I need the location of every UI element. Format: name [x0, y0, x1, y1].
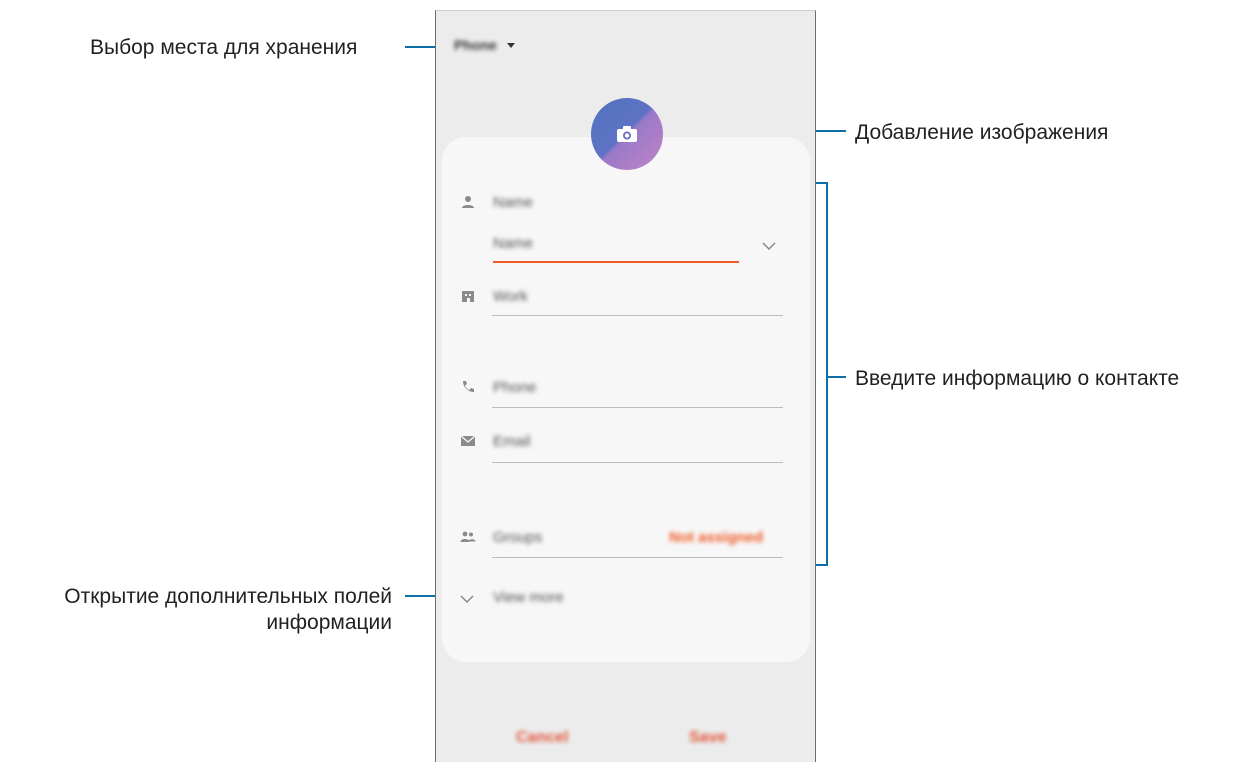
- name-input-underline: [493, 261, 739, 263]
- phone-screen: Phone Name Name Work Phone Email Groups …: [435, 10, 816, 762]
- phone-underline: [492, 407, 783, 408]
- groups-label: Groups: [493, 529, 543, 546]
- callout-more-fields-line2: информации: [266, 611, 392, 634]
- cancel-button[interactable]: Cancel: [516, 729, 568, 747]
- camera-icon: [617, 126, 637, 142]
- callout-more-fields-line1: Открытие дополнительных полей: [64, 585, 392, 608]
- groups-icon: [460, 531, 476, 542]
- building-icon: [462, 291, 474, 302]
- save-button[interactable]: Save: [689, 729, 726, 747]
- work-underline: [492, 315, 783, 316]
- phone-field[interactable]: Phone: [493, 379, 536, 396]
- caret-down-icon: [506, 42, 515, 48]
- name-input[interactable]: Name: [493, 235, 533, 252]
- view-more-button[interactable]: View more: [493, 589, 564, 606]
- work-field[interactable]: Work: [493, 288, 528, 305]
- chevron-down-icon[interactable]: [762, 242, 776, 250]
- name-label: Name: [493, 194, 534, 211]
- mail-icon: [460, 435, 476, 446]
- phone-icon: [463, 381, 474, 392]
- chevron-down-icon: [460, 595, 474, 603]
- callout-contact-info: Введите информацию о контакте: [855, 367, 1180, 390]
- groups-value[interactable]: Not assigned: [669, 529, 763, 546]
- email-field[interactable]: Email: [493, 433, 531, 450]
- storage-selector-label: Phone: [454, 37, 497, 53]
- callout-more-fields: Открытие дополнительных полей информации: [8, 584, 392, 636]
- storage-selector[interactable]: Phone: [454, 37, 515, 53]
- contact-form-card: [442, 137, 810, 662]
- add-image-button[interactable]: [591, 98, 663, 170]
- callout-bracket-contact: [826, 182, 828, 566]
- person-icon: [462, 196, 474, 208]
- groups-underline: [492, 557, 783, 558]
- callout-storage: Выбор места для хранения: [90, 36, 358, 59]
- email-underline: [492, 462, 783, 463]
- callout-line-contact: [826, 376, 846, 378]
- callout-add-image: Добавление изображения: [855, 121, 1109, 144]
